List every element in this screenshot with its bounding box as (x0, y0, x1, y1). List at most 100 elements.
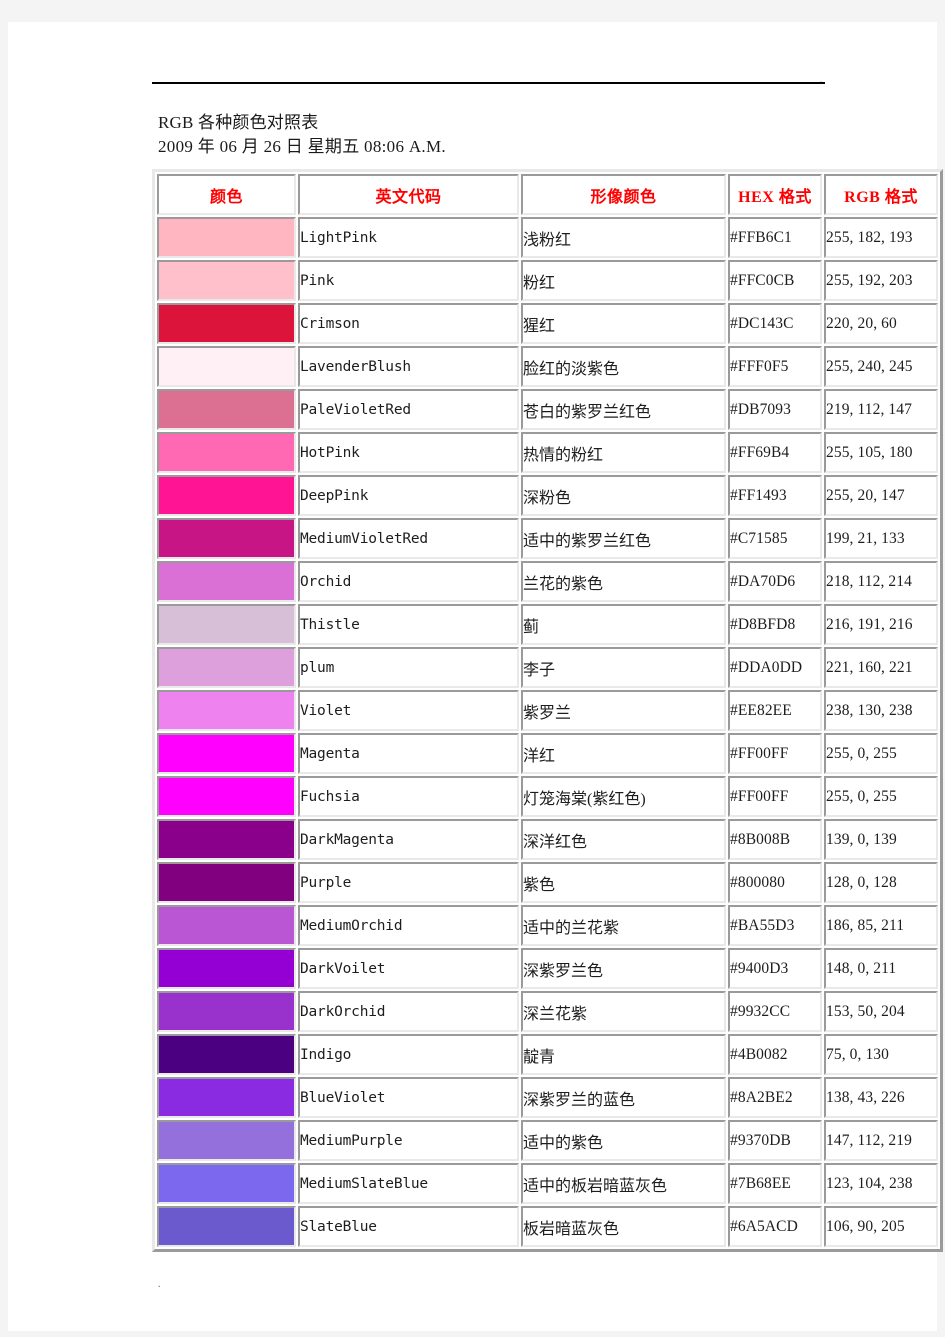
color-swatch (159, 907, 294, 944)
page-title: RGB 各种颜色对照表 (158, 113, 319, 132)
color-hex-cell: #DC143C (728, 303, 822, 344)
color-chinese-cell: 适中的紫罗兰红色 (521, 518, 726, 559)
horizontal-rule: . (152, 76, 825, 84)
table-row: SlateBlue 板岩暗蓝灰色 #6A5ACD 106, 90, 205 (157, 1206, 938, 1247)
color-name-cell: Thistle (298, 604, 519, 645)
color-hex-cell: #DA70D6 (728, 561, 822, 602)
color-rgb-cell: 255, 240, 245 (824, 346, 938, 387)
table-row: plum 李子 #DDA0DD 221, 160, 221 (157, 647, 938, 688)
color-rgb-cell: 139, 0, 139 (824, 819, 938, 860)
color-rgb-cell: 216, 191, 216 (824, 604, 938, 645)
color-name-cell: Magenta (298, 733, 519, 774)
color-hex-cell: #D8BFD8 (728, 604, 822, 645)
table-row: PaleVioletRed 苍白的紫罗兰红色 #DB7093 219, 112, 14… (157, 389, 938, 430)
color-chinese-cell: 深紫罗兰色 (521, 948, 726, 989)
color-chinese-cell: 脸红的淡紫色 (521, 346, 726, 387)
color-swatch-cell (157, 690, 296, 731)
color-swatch-cell (157, 1163, 296, 1204)
color-swatch-cell (157, 948, 296, 989)
color-chinese-cell: 猩红 (521, 303, 726, 344)
color-rgb-cell: 75, 0, 130 (824, 1034, 938, 1075)
document-page: . RGB 各种颜色对照表 2009 年 06 月 26 日 星期五 08:06… (8, 22, 943, 1331)
color-name-cell: MediumSlateBlue (298, 1163, 519, 1204)
color-swatch-cell (157, 217, 296, 258)
color-chinese-cell: 苍白的紫罗兰红色 (521, 389, 726, 430)
color-chinese-cell: 深紫罗兰的蓝色 (521, 1077, 726, 1118)
table-row: Crimson 猩红 #DC143C 220, 20, 60 (157, 303, 938, 344)
color-chinese-cell: 适中的板岩暗蓝灰色 (521, 1163, 726, 1204)
table-row: BlueViolet 深紫罗兰的蓝色 #8A2BE2 138, 43, 226 (157, 1077, 938, 1118)
color-swatch (159, 391, 294, 428)
color-chinese-cell: 适中的紫色 (521, 1120, 726, 1161)
color-hex-cell: #FFF0F5 (728, 346, 822, 387)
color-swatch-cell (157, 260, 296, 301)
table-row: MediumSlateBlue 适中的板岩暗蓝灰色 #7B68EE 123, 104,… (157, 1163, 938, 1204)
color-hex-cell: #C71585 (728, 518, 822, 559)
table-header-row: 颜色 英文代码 形像颜色 HEX 格式 RGB 格式 (157, 174, 938, 215)
color-swatch-cell (157, 475, 296, 516)
table-row: LightPink 浅粉红 #FFB6C1 255, 182, 193 (157, 217, 938, 258)
color-hex-cell: #FF1493 (728, 475, 822, 516)
color-name-cell: Crimson (298, 303, 519, 344)
color-name-cell: MediumOrchid (298, 905, 519, 946)
color-name-cell: DarkMagenta (298, 819, 519, 860)
color-swatch-cell (157, 905, 296, 946)
color-hex-cell: #EE82EE (728, 690, 822, 731)
color-hex-cell: #9400D3 (728, 948, 822, 989)
color-swatch-cell (157, 1206, 296, 1247)
color-swatch (159, 1122, 294, 1159)
color-name-cell: DarkOrchid (298, 991, 519, 1032)
color-chinese-cell: 洋红 (521, 733, 726, 774)
color-hex-cell: #FFB6C1 (728, 217, 822, 258)
color-name-cell: SlateBlue (298, 1206, 519, 1247)
color-chinese-cell: 适中的兰花紫 (521, 905, 726, 946)
footer-mark: . (158, 1279, 161, 1290)
table-row: Pink 粉红 #FFC0CB 255, 192, 203 (157, 260, 938, 301)
column-header-chinese: 形像颜色 (521, 174, 726, 215)
color-swatch (159, 305, 294, 342)
color-rgb-cell: 220, 20, 60 (824, 303, 938, 344)
color-name-cell: PaleVioletRed (298, 389, 519, 430)
color-rgb-cell: 199, 21, 133 (824, 518, 938, 559)
color-hex-cell: #6A5ACD (728, 1206, 822, 1247)
color-hex-cell: #7B68EE (728, 1163, 822, 1204)
color-hex-cell: #FFC0CB (728, 260, 822, 301)
color-swatch (159, 950, 294, 987)
color-name-cell: HotPink (298, 432, 519, 473)
color-chinese-cell: 兰花的紫色 (521, 561, 726, 602)
color-rgb-cell: 128, 0, 128 (824, 862, 938, 903)
color-swatch (159, 262, 294, 299)
column-header-name: 英文代码 (298, 174, 519, 215)
table-row: Indigo 靛青 #4B0082 75, 0, 130 (157, 1034, 938, 1075)
color-rgb-cell: 255, 0, 255 (824, 733, 938, 774)
color-hex-cell: #FF00FF (728, 776, 822, 817)
color-swatch-cell (157, 561, 296, 602)
color-swatch-cell (157, 1077, 296, 1118)
color-chinese-cell: 热情的粉红 (521, 432, 726, 473)
color-name-cell: BlueViolet (298, 1077, 519, 1118)
document-datetime: 2009 年 06 月 26 日 星期五 08:06 A.M. (158, 137, 446, 156)
table-row: Orchid 兰花的紫色 #DA70D6 218, 112, 214 (157, 561, 938, 602)
color-rgb-cell: 255, 192, 203 (824, 260, 938, 301)
color-rgb-cell: 255, 182, 193 (824, 217, 938, 258)
color-swatch (159, 692, 294, 729)
color-rgb-cell: 123, 104, 238 (824, 1163, 938, 1204)
color-swatch (159, 563, 294, 600)
color-chinese-cell: 紫罗兰 (521, 690, 726, 731)
color-rgb-cell: 221, 160, 221 (824, 647, 938, 688)
color-chinese-cell: 蓟 (521, 604, 726, 645)
color-name-cell: MediumPurple (298, 1120, 519, 1161)
color-name-cell: Pink (298, 260, 519, 301)
color-swatch (159, 649, 294, 686)
color-swatch-cell (157, 1120, 296, 1161)
color-name-cell: DeepPink (298, 475, 519, 516)
color-swatch (159, 477, 294, 514)
color-chinese-cell: 灯笼海棠(紫红色) (521, 776, 726, 817)
color-swatch (159, 821, 294, 858)
color-name-cell: Orchid (298, 561, 519, 602)
color-swatch-cell (157, 647, 296, 688)
color-chinese-cell: 深兰花紫 (521, 991, 726, 1032)
color-hex-cell: #8A2BE2 (728, 1077, 822, 1118)
table-row: Violet 紫罗兰 #EE82EE 238, 130, 238 (157, 690, 938, 731)
color-chinese-cell: 深粉色 (521, 475, 726, 516)
